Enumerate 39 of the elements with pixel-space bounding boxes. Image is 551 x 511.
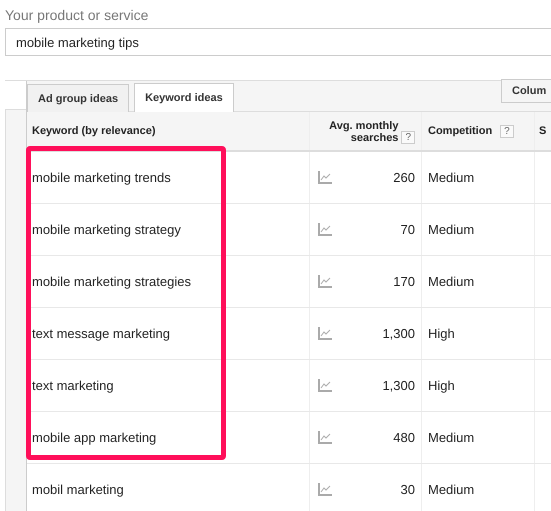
help-icon[interactable]: ? xyxy=(401,131,415,144)
trend-chart-icon[interactable] xyxy=(318,171,332,184)
trend-chart-icon[interactable] xyxy=(318,431,332,444)
field-label: Your product or service xyxy=(5,7,148,23)
searches-cell: 30 xyxy=(400,482,415,497)
tab[interactable]: Ad group ideas xyxy=(27,84,130,112)
trend-chart-icon[interactable] xyxy=(318,327,332,340)
competition-cell: Medium xyxy=(428,222,474,237)
keyword-cell: mobile marketing trends xyxy=(32,170,171,185)
keyword-cell: mobile marketing strategies xyxy=(32,274,191,289)
column-header: Keyword (by relevance) xyxy=(32,125,156,137)
searches-cell: 1,300 xyxy=(382,326,415,341)
searches-cell: 70 xyxy=(400,222,415,237)
searches-cell: 480 xyxy=(393,430,415,445)
searches-cell: 1,300 xyxy=(382,378,415,393)
trend-chart-icon[interactable] xyxy=(318,275,332,288)
keyword-cell: text message marketing xyxy=(32,326,170,341)
searches-cell: 170 xyxy=(393,274,415,289)
competition-cell: Medium xyxy=(428,274,474,289)
column-header: Avg. monthly searches xyxy=(328,120,398,144)
competition-cell: High xyxy=(428,378,455,393)
keyword-cell: mobile app marketing xyxy=(32,430,156,445)
competition-cell: Medium xyxy=(428,482,474,497)
competition-cell: Medium xyxy=(428,170,474,185)
column-header: S xyxy=(539,125,546,137)
column-header: Competition xyxy=(428,125,492,137)
trend-chart-icon[interactable] xyxy=(318,379,332,392)
tab[interactable]: Keyword ideas xyxy=(134,83,234,112)
keyword-cell: text marketing xyxy=(32,378,114,393)
keyword-cell: mobile marketing strategy xyxy=(32,222,181,237)
help-icon[interactable]: ? xyxy=(500,124,514,138)
trend-chart-icon[interactable] xyxy=(318,223,332,236)
columns-button[interactable]: Colum xyxy=(501,79,551,103)
keyword-cell: mobil marketing xyxy=(32,482,124,497)
competition-cell: Medium xyxy=(428,430,474,445)
searches-cell: 260 xyxy=(393,170,415,185)
product-input-field[interactable]: mobile marketing tips xyxy=(5,28,551,56)
competition-cell: High xyxy=(428,326,455,341)
trend-chart-icon[interactable] xyxy=(318,483,332,496)
